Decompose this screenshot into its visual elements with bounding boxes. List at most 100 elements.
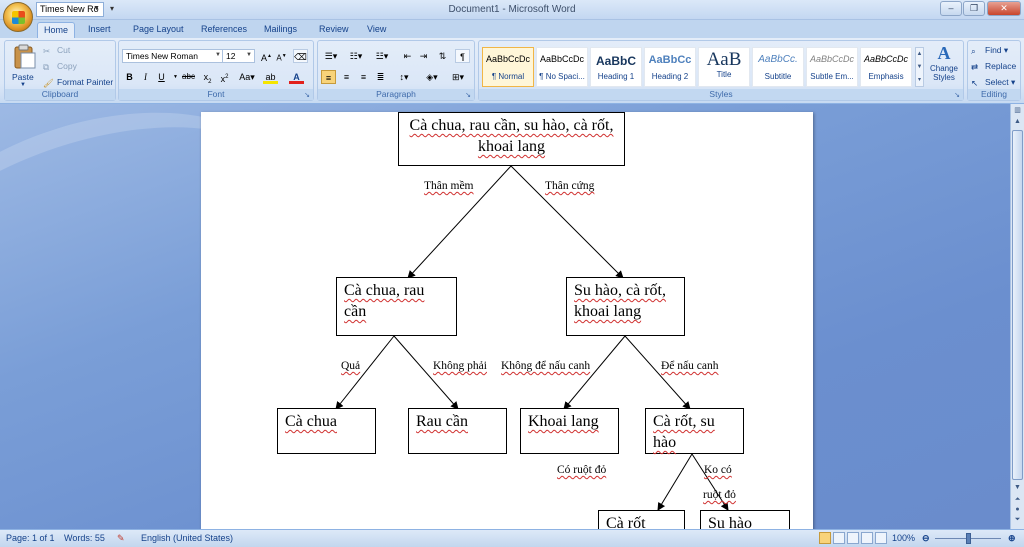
select-label: Select <box>985 77 1009 87</box>
justify-icon[interactable]: ≣ <box>373 70 388 84</box>
zoom-in-icon[interactable]: ⊕ <box>1008 533 1016 544</box>
tree-leaf-ca-rot[interactable]: Cà rốt <box>598 510 685 529</box>
paste-icon[interactable] <box>11 44 37 70</box>
superscript-icon[interactable]: x2 <box>217 70 232 84</box>
tree-leaf-khoai-lang[interactable]: Khoai lang <box>520 408 619 454</box>
align-left-icon[interactable]: ≡ <box>321 70 336 84</box>
underline-icon[interactable]: U <box>154 70 169 84</box>
clear-format-icon[interactable]: ⌫ <box>293 49 308 63</box>
paragraph-group: ☰▾ ☷▾ ☳▾ ⇤ ⇥ ⇅ ¶ ≡ ≡ ≡ ≣ ↕▾ ◈▾ ⊞▾ Paragr… <box>317 40 475 101</box>
vertical-scrollbar[interactable]: ▥ ▲ ▼ ⏶ ● ⏷ <box>1010 104 1024 529</box>
style-emphasis[interactable]: AaBbCcDc Emphasis <box>860 47 912 87</box>
style-subtle-emphasis[interactable]: AaBbCcDc Subtle Em... <box>806 47 858 87</box>
numbering-icon[interactable]: ☷▾ <box>346 49 366 63</box>
sort-icon[interactable]: ⇅ <box>435 49 450 63</box>
binoculars-icon: ⌕ <box>971 46 976 56</box>
change-styles-button[interactable]: A Change Styles <box>927 43 961 90</box>
browse-object-icon[interactable]: ● <box>1012 506 1023 516</box>
previous-page-icon[interactable]: ⏶ <box>1012 496 1023 506</box>
zoom-out-icon[interactable]: ⊖ <box>922 533 930 544</box>
style-subtitle[interactable]: AaBbCc. Subtitle <box>752 47 804 87</box>
edge-label-khong-phai: Không phải <box>433 360 487 372</box>
next-page-icon[interactable]: ⏷ <box>1012 516 1023 526</box>
scroll-down-icon[interactable]: ▼ <box>1012 484 1023 494</box>
font-family-select[interactable]: Times New Roman ▼ <box>122 49 224 63</box>
font-size-select[interactable]: 12 ▼ <box>222 49 255 63</box>
page-count[interactable]: Page: 1 of 1 <box>6 533 55 543</box>
document-page[interactable]: Cà chua, rau cần, su hào, cà rốt, khoai … <box>201 112 813 529</box>
scroll-thumb[interactable] <box>1012 130 1023 480</box>
align-right-icon[interactable]: ≡ <box>356 70 371 84</box>
find-button[interactable]: ⌕ Find ▾ <box>971 45 1008 56</box>
full-screen-reading-view-icon[interactable] <box>833 532 845 544</box>
style-heading-2[interactable]: AaBbCc Heading 2 <box>644 47 696 87</box>
ruler-toggle-icon[interactable]: ▥ <box>1012 106 1023 116</box>
office-logo-icon <box>12 11 25 24</box>
styles-dialog-launcher-icon[interactable]: ↘ <box>954 91 960 99</box>
web-layout-view-icon[interactable] <box>847 532 859 544</box>
tree-node-root[interactable]: Cà chua, rau cần, su hào, cà rốt, khoai … <box>398 112 625 166</box>
tab-home[interactable]: Home <box>37 22 76 38</box>
print-layout-view-icon[interactable] <box>819 532 831 544</box>
align-center-icon[interactable]: ≡ <box>339 70 354 84</box>
cut-button[interactable]: ✂ Cut <box>43 45 70 56</box>
select-button[interactable]: ↖ Select ▾ <box>971 77 1015 88</box>
bullets-icon[interactable]: ☰▾ <box>321 49 341 63</box>
minimize-button[interactable]: ‒ <box>940 1 962 16</box>
style-normal[interactable]: AaBbCcDc ¶ Normal <box>482 47 534 87</box>
tree-node-carot-suhao[interactable]: Cà rốt, su hào <box>645 408 744 454</box>
tree-leaf-ca-chua[interactable]: Cà chua <box>277 408 376 454</box>
paste-dropdown-icon[interactable]: ▼ <box>20 82 26 88</box>
tree-leaf-su-hao[interactable]: Su hào <box>700 510 790 529</box>
close-button[interactable]: ✕ <box>987 1 1021 16</box>
language-indicator[interactable]: English (United States) <box>141 533 233 543</box>
decrease-indent-icon[interactable]: ⇤ <box>400 49 415 63</box>
tab-references[interactable]: References <box>195 22 253 38</box>
restore-button[interactable]: ❐ <box>963 1 985 16</box>
scroll-up-icon[interactable]: ▲ <box>1012 118 1023 128</box>
grow-font-icon[interactable]: A▲ <box>259 49 274 63</box>
italic-icon[interactable]: I <box>138 70 153 84</box>
word-count[interactable]: Words: 55 <box>64 533 105 543</box>
increase-indent-icon[interactable]: ⇥ <box>416 49 431 63</box>
strikethrough-icon[interactable]: abc <box>181 70 196 84</box>
outline-view-icon[interactable] <box>861 532 873 544</box>
style-title[interactable]: AaB Title <box>698 47 750 87</box>
replace-button[interactable]: ⇄ Replace <box>971 61 1016 72</box>
paragraph-dialog-launcher-icon[interactable]: ↘ <box>465 91 471 99</box>
tab-view[interactable]: View <box>361 22 392 38</box>
line-spacing-icon[interactable]: ↕▾ <box>394 70 414 84</box>
highlight-icon[interactable]: ab <box>263 70 278 84</box>
tree-leaf-rau-can[interactable]: Rau cần <box>408 408 507 454</box>
multilevel-list-icon[interactable]: ☳▾ <box>372 49 392 63</box>
style-preview: AaBbCc. <box>758 54 798 65</box>
bold-icon[interactable]: B <box>122 70 137 84</box>
copy-button[interactable]: ⧉ Copy <box>43 61 77 72</box>
tree-node-suhao-carot-khoailang[interactable]: Su hào, cà rốt, khoai lang <box>566 277 685 336</box>
borders-icon[interactable]: ⊞▾ <box>447 70 469 84</box>
paste-button[interactable]: Paste <box>12 72 34 82</box>
style-heading-1[interactable]: AaBbC Heading 1 <box>590 47 642 87</box>
change-case-icon[interactable]: Aa▾ <box>236 70 258 84</box>
office-button[interactable] <box>3 2 33 32</box>
proofing-icon[interactable]: ✎ <box>117 533 125 544</box>
font-dialog-launcher-icon[interactable]: ↘ <box>304 91 310 99</box>
style-no-spacing[interactable]: AaBbCcDc ¶ No Spaci... <box>536 47 588 87</box>
shrink-font-icon[interactable]: A▼ <box>274 49 289 63</box>
font-color-icon[interactable]: A <box>289 70 304 84</box>
copy-label: Copy <box>57 61 77 71</box>
shading-icon[interactable]: ◈▾ <box>422 70 442 84</box>
zoom-level[interactable]: 100% <box>892 533 915 543</box>
draft-view-icon[interactable] <box>875 532 887 544</box>
tab-page-layout[interactable]: Page Layout <box>127 22 190 38</box>
tab-insert[interactable]: Insert <box>82 22 117 38</box>
tree-node-cachua-raucan[interactable]: Cà chua, rau cần <box>336 277 457 336</box>
tab-mailings[interactable]: Mailings <box>258 22 303 38</box>
subscript-icon[interactable]: x2 <box>200 70 215 85</box>
pilcrow-icon[interactable]: ¶ <box>455 49 470 63</box>
styles-scroll[interactable]: ▲ ▼ ▾ <box>915 47 924 87</box>
tab-review[interactable]: Review <box>313 22 355 38</box>
change-styles-label: Change Styles <box>929 64 959 82</box>
format-painter-button[interactable]: 🖌 Format Painter <box>43 77 113 88</box>
zoom-slider-thumb[interactable] <box>966 533 971 544</box>
